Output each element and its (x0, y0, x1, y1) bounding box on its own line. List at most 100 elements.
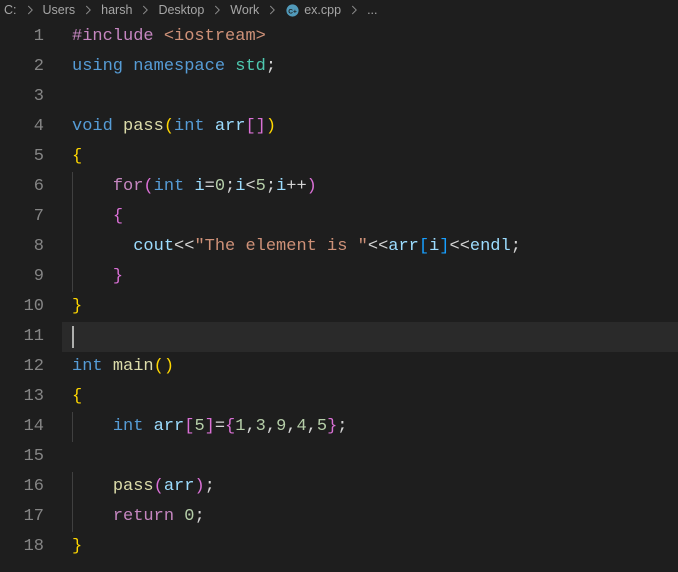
code-token (174, 507, 184, 526)
code-token: cout (133, 237, 174, 256)
breadcrumb-item[interactable]: Users (43, 3, 76, 17)
code-token (205, 117, 215, 136)
code-line[interactable]: return 0; (62, 502, 678, 532)
code-token: using (72, 57, 123, 76)
code-line[interactable]: void pass(int arr[]) (62, 112, 678, 142)
line-number: 4 (0, 112, 44, 142)
code-line[interactable]: { (62, 202, 678, 232)
code-token: ; (511, 237, 521, 256)
code-token: i (276, 177, 286, 196)
code-token: pass (113, 477, 154, 496)
code-token: 1 (235, 417, 245, 436)
cpp-file-icon: C+ (285, 3, 300, 18)
code-content[interactable]: #include <iostream>using namespace std; v… (62, 22, 678, 562)
code-line[interactable]: cout<<"The element is "<<arr[i]<<endl; (62, 232, 678, 262)
code-token (123, 57, 133, 76)
code-token: ; (266, 177, 276, 196)
code-token: std (235, 57, 266, 76)
code-token: arr (154, 417, 185, 436)
code-line[interactable]: for(int i=0;i<5;i++) (62, 172, 678, 202)
code-token: ++ (286, 177, 306, 196)
breadcrumb-item[interactable]: C: (4, 3, 17, 17)
svg-text:C+: C+ (288, 8, 297, 15)
line-number: 10 (0, 292, 44, 322)
code-line[interactable] (62, 322, 678, 352)
code-token: } (72, 537, 82, 556)
code-token: ( (154, 477, 164, 496)
chevron-right-icon (81, 3, 95, 17)
breadcrumb-item[interactable]: harsh (101, 3, 132, 17)
line-number: 8 (0, 232, 44, 262)
code-line[interactable]: int main() (62, 352, 678, 382)
breadcrumb-file[interactable]: ex.cpp (304, 3, 341, 17)
code-token: int (72, 357, 103, 376)
code-token (103, 357, 113, 376)
code-token: << (450, 237, 470, 256)
code-token: ) (266, 117, 276, 136)
code-editor[interactable]: 123456789101112131415161718 #include <io… (0, 22, 678, 562)
code-token: << (174, 237, 194, 256)
code-token: ; (194, 507, 204, 526)
code-token: #include (72, 27, 164, 46)
line-number: 14 (0, 412, 44, 442)
code-token (113, 237, 133, 256)
chevron-right-icon (347, 3, 361, 17)
indent-guide (72, 412, 73, 442)
code-line[interactable]: int arr[5]={1,3,9,4,5}; (62, 412, 678, 442)
indent-guide (72, 172, 73, 202)
line-number: 5 (0, 142, 44, 172)
code-line[interactable] (62, 82, 678, 112)
breadcrumb-item[interactable]: Work (230, 3, 259, 17)
line-number: 6 (0, 172, 44, 202)
code-line[interactable]: } (62, 532, 678, 562)
code-token (225, 57, 235, 76)
code-token: } (113, 267, 123, 286)
code-token: ; (205, 477, 215, 496)
code-token: [] (245, 117, 265, 136)
code-token: i (429, 237, 439, 256)
indent-guide (72, 262, 73, 292)
code-line[interactable]: } (62, 262, 678, 292)
code-token: ] (205, 417, 215, 436)
code-line[interactable]: using namespace std; (62, 52, 678, 82)
code-token: arr (215, 117, 246, 136)
breadcrumb-item[interactable]: Desktop (158, 3, 204, 17)
code-line[interactable]: { (62, 382, 678, 412)
line-number: 11 (0, 322, 44, 352)
code-line[interactable]: { (62, 142, 678, 172)
code-token (143, 417, 153, 436)
code-token: } (72, 297, 82, 316)
code-token: ] (439, 237, 449, 256)
breadcrumb: C: Users harsh Desktop Work C+ ex.cpp ..… (0, 0, 678, 22)
code-token: ; (337, 417, 347, 436)
code-line[interactable] (62, 442, 678, 472)
line-number: 17 (0, 502, 44, 532)
chevron-right-icon (23, 3, 37, 17)
code-token: } (327, 417, 337, 436)
line-number: 7 (0, 202, 44, 232)
line-number: 3 (0, 82, 44, 112)
line-number: 2 (0, 52, 44, 82)
code-token: endl (470, 237, 511, 256)
indent-guide (72, 202, 73, 232)
code-token: { (225, 417, 235, 436)
breadcrumb-ellipsis[interactable]: ... (367, 3, 377, 17)
code-token: pass (123, 117, 164, 136)
code-token: [ (184, 417, 194, 436)
code-token: < (245, 177, 255, 196)
code-token: 5 (194, 417, 204, 436)
line-number: 13 (0, 382, 44, 412)
code-token: main (113, 357, 154, 376)
code-line[interactable]: } (62, 292, 678, 322)
code-token: , (307, 417, 317, 436)
code-line[interactable]: pass(arr); (62, 472, 678, 502)
code-token: return (113, 507, 174, 526)
code-token: "The element is " (194, 237, 367, 256)
code-line[interactable]: #include <iostream> (62, 22, 678, 52)
line-number: 1 (0, 22, 44, 52)
code-token: ( (164, 117, 174, 136)
code-token: i (235, 177, 245, 196)
chevron-right-icon (138, 3, 152, 17)
line-number: 9 (0, 262, 44, 292)
code-token: 5 (317, 417, 327, 436)
